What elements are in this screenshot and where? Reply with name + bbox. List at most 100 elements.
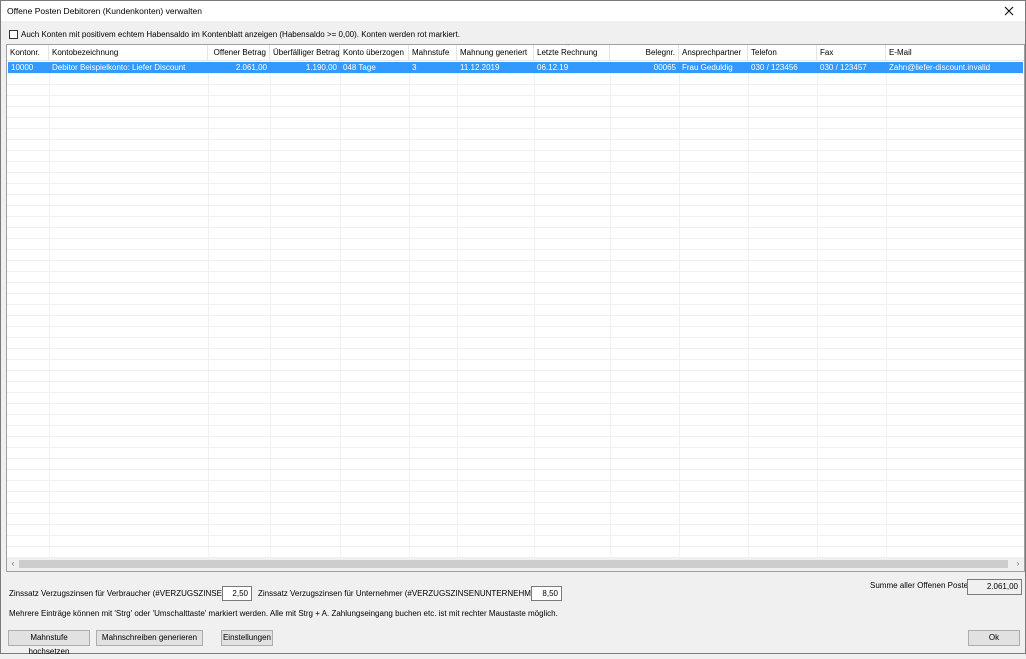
grid-row-line <box>7 381 1024 382</box>
grid-row-line <box>7 403 1024 404</box>
grid-row-line <box>7 117 1024 118</box>
scroll-right-button[interactable]: › <box>1012 557 1024 571</box>
scroll-left-button[interactable]: ‹ <box>7 557 19 571</box>
cell-belegnr: 00065 <box>653 63 676 72</box>
chevron-right-icon: › <box>1016 559 1020 568</box>
grid-column-line <box>748 61 749 556</box>
grid-row-line <box>7 128 1024 129</box>
grid-column-line <box>270 61 271 556</box>
column-header-ansprechpartner[interactable]: Ansprechpartner <box>679 45 748 60</box>
ok-button[interactable]: Ok <box>968 630 1020 646</box>
column-header-letzte-rechnung[interactable]: Letzte Rechnung <box>534 45 610 60</box>
close-button[interactable] <box>993 1 1025 21</box>
horizontal-scrollbar[interactable]: ‹ › <box>7 557 1024 571</box>
grid-row-line <box>7 326 1024 327</box>
column-header-mahnung-generiert[interactable]: Mahnung generiert <box>457 45 534 60</box>
grid-row-line <box>7 84 1024 85</box>
title-bar: Offene Posten Debitoren (Kundenkonten) v… <box>1 1 1025 21</box>
table-row[interactable]: 10000 Debitor Beispielkonto: Liefer Disc… <box>8 62 1023 73</box>
summe-value: 2.061,00 <box>967 579 1022 595</box>
einstellungen-button[interactable]: Einstellungen <box>221 630 273 646</box>
grid-column-line <box>817 61 818 556</box>
grid-row-line <box>7 359 1024 360</box>
grid-row-line <box>7 293 1024 294</box>
column-header-offener-betrag[interactable]: Offener Betrag <box>208 45 270 60</box>
zins-verbraucher-input[interactable]: 2,50 <box>222 586 252 601</box>
grid-row-line <box>7 546 1024 547</box>
cell-email: Zahn@liefer-discount.invalid <box>889 63 991 72</box>
show-credit-accounts-option[interactable]: Auch Konten mit positivem echtem Habensa… <box>9 30 460 39</box>
sort-ascending-icon: ^ <box>566 44 570 50</box>
zins-unternehmer-label: Zinssatz Verzugszinsen für Unternehmer (… <box>258 589 550 598</box>
grid-row-line <box>7 95 1024 96</box>
cell-mahnung-generiert: 11.12.2019 <box>460 63 500 72</box>
grid-row-line <box>7 458 1024 459</box>
selection-hint: Mehrere Einträge können mit 'Strg' oder … <box>9 609 558 618</box>
zins-verbraucher-label: Zinssatz Verzugszinsen für Verbraucher (… <box>9 589 235 598</box>
chevron-left-icon: ‹ <box>11 559 15 568</box>
grid-row-line <box>7 315 1024 316</box>
column-header-kontonr[interactable]: Kontonr. <box>7 45 49 60</box>
column-header-belegnr[interactable]: Belegnr. <box>610 45 679 60</box>
grid-row-line <box>7 480 1024 481</box>
cell-letzte-rechnung: 06.12.19 <box>537 63 569 72</box>
grid-column-line <box>679 61 680 556</box>
grid-column-line <box>534 61 535 556</box>
grid-row-line <box>7 502 1024 503</box>
mahnstufe-hochsetzen-button[interactable]: Mahnstufe hochsetzen <box>8 630 90 656</box>
grid-row-line <box>7 535 1024 536</box>
grid-row-line <box>7 436 1024 437</box>
show-credit-accounts-label: Auch Konten mit positivem echtem Habensa… <box>21 30 460 39</box>
grid-row-line <box>7 337 1024 338</box>
grid-row-line <box>7 106 1024 107</box>
cell-fax: 030 / 123457 <box>820 63 867 72</box>
close-icon <box>1004 6 1014 16</box>
summe-label: Summe aller Offenen Posten: <box>870 581 975 590</box>
grid-row-line <box>7 227 1024 228</box>
column-header-email[interactable]: E-Mail <box>886 45 1024 60</box>
grid-row-line <box>7 425 1024 426</box>
column-header-mahnstufe[interactable]: Mahnstufe <box>409 45 457 60</box>
grid-row-line <box>7 260 1024 261</box>
cell-ueberfaelliger-betrag: 1.190,00 <box>305 63 337 72</box>
grid-row-line <box>7 370 1024 371</box>
grid-row-line <box>7 150 1024 151</box>
scrollbar-thumb[interactable] <box>19 560 1008 568</box>
grid-column-line <box>457 61 458 556</box>
mahnschreiben-generieren-button[interactable]: Mahnschreiben generieren <box>96 630 203 646</box>
grid-row-line <box>7 249 1024 250</box>
column-header-telefon[interactable]: Telefon <box>748 45 817 60</box>
grid-row-line <box>7 238 1024 239</box>
show-credit-accounts-checkbox[interactable] <box>9 30 18 39</box>
cell-offener-betrag: 2.061,00 <box>235 63 267 72</box>
grid-row-line <box>7 469 1024 470</box>
grid-row-line <box>7 491 1024 492</box>
open-items-table[interactable]: Kontonr. Kontobezeichnung Offener Betrag… <box>6 44 1025 572</box>
grid-row-line <box>7 194 1024 195</box>
window-title: Offene Posten Debitoren (Kundenkonten) v… <box>7 6 202 16</box>
zins-unternehmer-input[interactable]: 8,50 <box>531 586 562 601</box>
cell-telefon: 030 / 123456 <box>751 63 798 72</box>
grid-row-line <box>7 524 1024 525</box>
dialog-window: Offene Posten Debitoren (Kundenkonten) v… <box>0 0 1026 656</box>
grid-column-line <box>49 61 50 556</box>
column-header-konto-ueberzogen[interactable]: Konto überzogen <box>340 45 409 60</box>
column-header-fax[interactable]: Fax <box>817 45 886 60</box>
grid-row-line <box>7 216 1024 217</box>
grid-row-line <box>7 205 1024 206</box>
grid-column-line <box>340 61 341 556</box>
grid-column-line <box>886 61 887 556</box>
cell-kontobezeichnung: Debitor Beispielkonto: Liefer Discount <box>52 63 186 72</box>
column-header-kontobezeichnung[interactable]: Kontobezeichnung <box>49 45 208 60</box>
grid-row-line <box>7 183 1024 184</box>
grid-row-line <box>7 348 1024 349</box>
grid-row-line <box>7 513 1024 514</box>
column-header-ueberfaelliger-betrag[interactable]: Überfälliger Betrag <box>270 45 340 60</box>
grid-row-line <box>7 414 1024 415</box>
table-header: Kontonr. Kontobezeichnung Offener Betrag… <box>7 45 1024 61</box>
grid-column-line <box>610 61 611 556</box>
grid-row-line <box>7 282 1024 283</box>
grid-column-line <box>409 61 410 556</box>
grid-row-line <box>7 447 1024 448</box>
grid-row-line <box>7 161 1024 162</box>
